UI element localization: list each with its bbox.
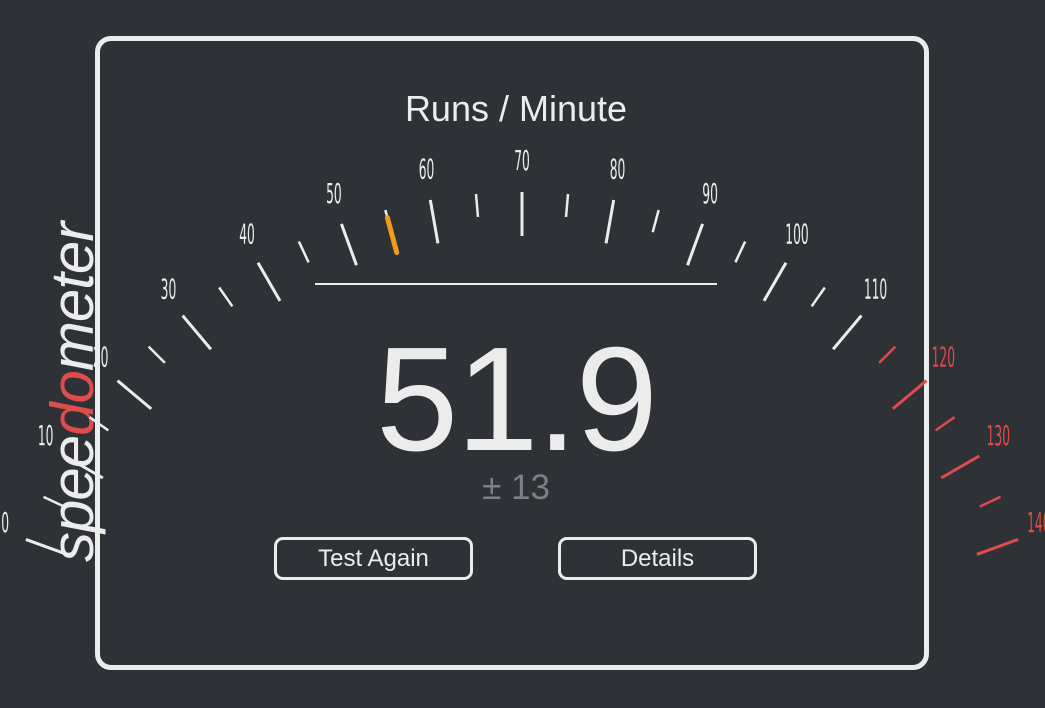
gauge-label: 20 (93, 342, 109, 374)
gauge-label: 40 (239, 220, 255, 252)
gauge-tick (116, 379, 153, 411)
gauge-tick (976, 538, 1019, 556)
test-again-button[interactable]: Test Again (274, 537, 473, 580)
gauge-label: 30 (161, 275, 177, 307)
gauge-tick (147, 345, 166, 364)
gauge-label: 10 (38, 421, 54, 453)
gauge-tick (297, 240, 310, 263)
gauge-tick (25, 538, 68, 556)
gauge-label: 110 (864, 275, 887, 307)
gauge-tick (181, 314, 213, 351)
gauge-tick (940, 454, 981, 480)
gauge-tick (651, 209, 660, 233)
metric-title: Runs / Minute (404, 88, 628, 129)
gauge-label: 50 (326, 179, 342, 211)
score-margin: ± 13 (482, 468, 550, 507)
gauge-label: 70 (514, 146, 530, 178)
gauge-tick (891, 379, 928, 411)
gauge-tick (218, 286, 234, 308)
gauge-tick (88, 416, 110, 432)
gauge-label: 60 (419, 154, 435, 186)
gauge-tick (762, 261, 788, 302)
gauge-label: 120 (932, 342, 955, 374)
gauge-tick (831, 314, 863, 351)
details-button[interactable]: Details (558, 537, 757, 580)
gauge-tick (474, 193, 480, 218)
gauge-label: 80 (610, 154, 626, 186)
gauge-needle-group (384, 215, 400, 255)
gauge-tick (734, 240, 747, 263)
gauge-label: 0 (1, 508, 9, 540)
gauge-label: 130 (987, 421, 1010, 453)
gauge-tick (63, 454, 104, 480)
gauge-tick (340, 223, 358, 266)
gauge-label: 100 (785, 220, 808, 252)
gauge-tick (428, 199, 440, 244)
divider (315, 283, 717, 285)
gauge-tick (256, 261, 282, 302)
gauge-label: 90 (702, 179, 718, 211)
gauge-tick (564, 193, 570, 218)
gauge-needle (384, 215, 400, 255)
gauge-tick (979, 495, 1002, 508)
gauge-tick (934, 416, 956, 432)
gauge-tick (810, 286, 826, 308)
gauge-tick (604, 199, 616, 244)
gauge-tick (686, 223, 704, 266)
gauge-tick (42, 495, 65, 508)
speedometer-page: speedometer 0 10 20 30 40 50 60 70 80 90 100 110 120… (0, 0, 1045, 708)
gauge-tick (878, 345, 897, 364)
score-value: 51.9 (375, 317, 658, 482)
gauge-label: 140 (1027, 508, 1045, 540)
